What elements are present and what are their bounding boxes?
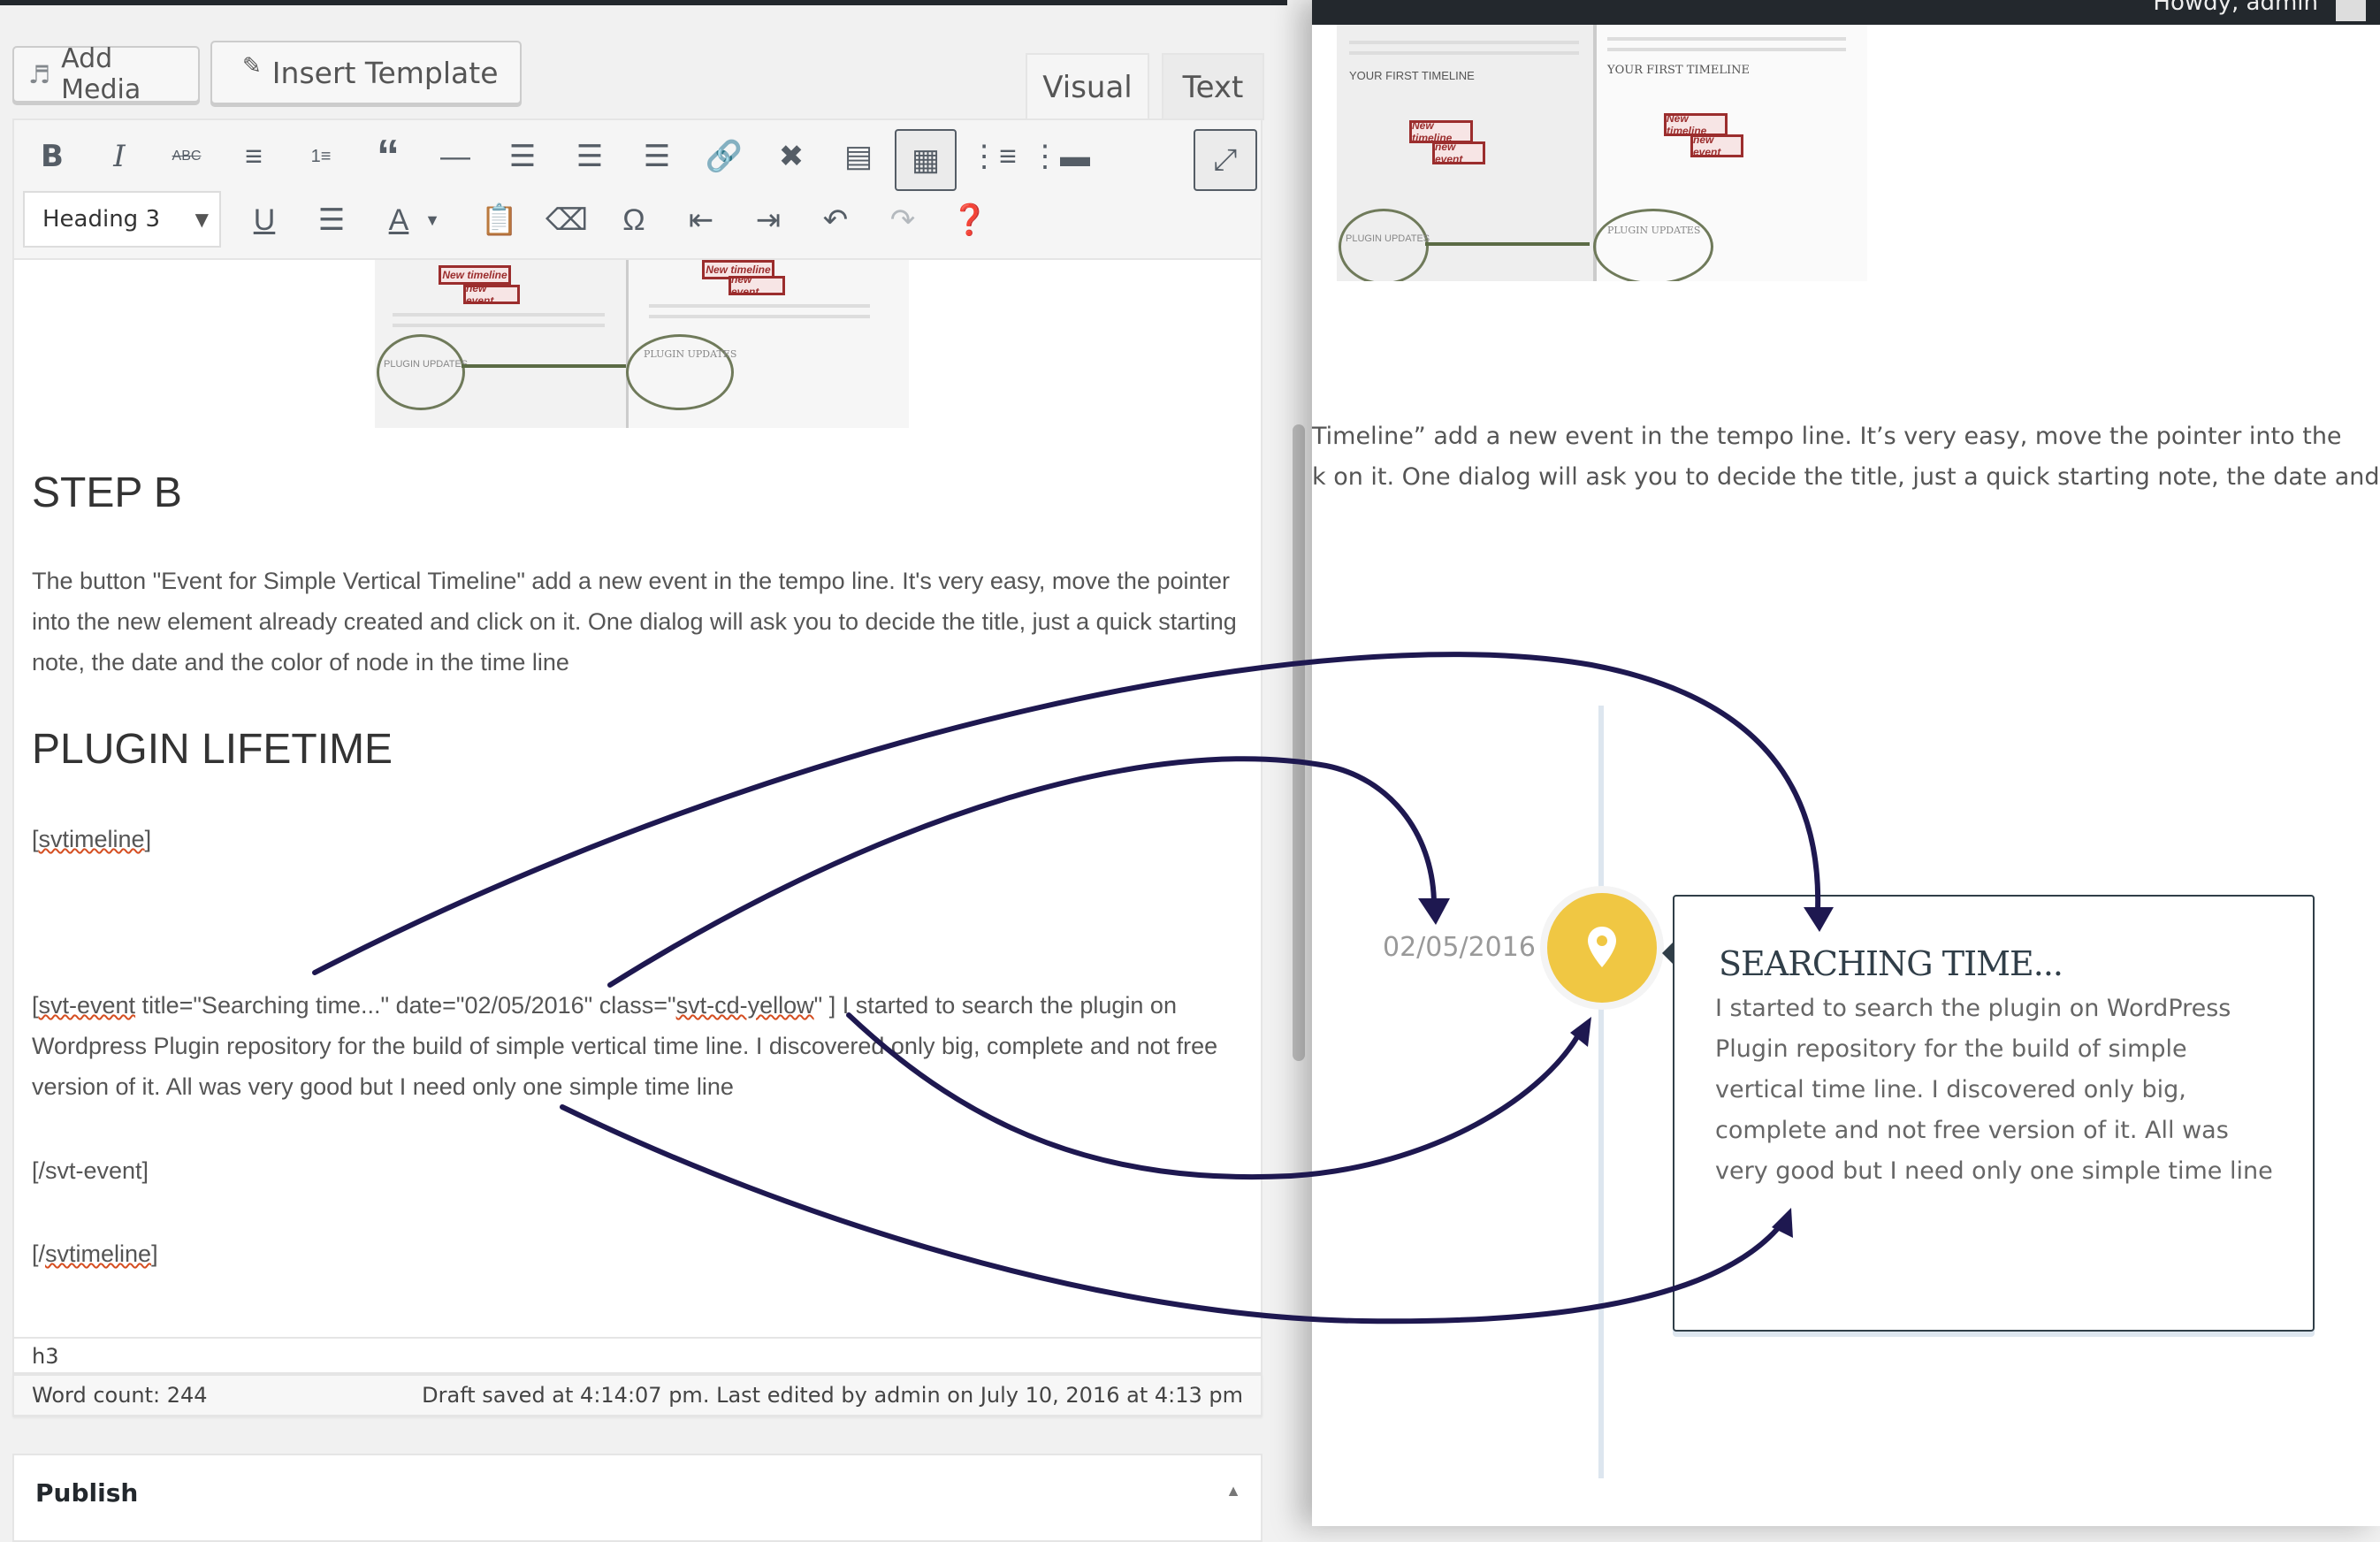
undo-icon[interactable]: ↶ xyxy=(808,193,863,248)
numbered-list-icon[interactable]: 1≡ xyxy=(294,129,348,184)
pencil-icon: ✎ xyxy=(242,53,262,80)
heading-plugin-lifetime: PLUGIN LIFETIME xyxy=(32,726,393,773)
text-color-dropdown-icon[interactable]: ▼ xyxy=(419,193,446,248)
shortcode-close-timeline: [/svtimeline] xyxy=(32,1240,158,1267)
fullscreen-icon[interactable]: ⤢ xyxy=(1194,129,1257,191)
bold-icon[interactable]: B xyxy=(25,129,80,184)
thumbnail-circle xyxy=(377,334,465,410)
format-select[interactable]: Heading 3 ▼ xyxy=(23,191,221,248)
preview-screenshot-image: YOUR FIRST TIMELINE YOUR FIRST TIMELINE … xyxy=(1337,25,1867,281)
align-center-icon[interactable]: ☰ xyxy=(562,129,617,184)
remove-link-icon[interactable]: ✖ xyxy=(764,129,819,184)
thumbnail-circle xyxy=(1593,209,1713,281)
tab-text[interactable]: Text xyxy=(1162,53,1264,120)
thumbnail-circle xyxy=(626,334,734,410)
timeline-event-card: SEARCHING TIME... I started to search th… xyxy=(1673,895,2315,1332)
preview-paragraph-line: k on it. One dialog will ask you to deci… xyxy=(1312,463,2380,491)
new-event-icon[interactable]: ⋮▬ xyxy=(1030,129,1090,184)
text-color-icon[interactable]: A xyxy=(371,193,426,248)
paste-as-text-icon[interactable]: 📋 xyxy=(472,193,527,248)
align-right-icon[interactable]: ☰ xyxy=(629,129,684,184)
shortcode-open-timeline: [svtimeline] xyxy=(32,826,152,852)
timeline-event-title: SEARCHING TIME... xyxy=(1719,944,2063,983)
underline-icon[interactable]: U xyxy=(237,193,292,248)
tab-visual[interactable]: Visual xyxy=(1026,53,1149,120)
admin-bar-edge xyxy=(0,0,1287,5)
publish-title[interactable]: Publish xyxy=(35,1478,138,1508)
editor-status-bar: Word count: 244 Draft saved at 4:14:07 p… xyxy=(12,1374,1262,1416)
thumbnail-new-event-label: new event xyxy=(728,273,785,298)
preview-paragraph-line: Timeline” add a new event in the tempo l… xyxy=(1312,423,2342,450)
word-count: Word count: 244 xyxy=(32,1383,208,1408)
horizontal-rule-icon[interactable]: — xyxy=(428,129,483,184)
collapse-toggle-icon[interactable]: ▲ xyxy=(1225,1482,1241,1500)
toolbar-toggle-icon[interactable]: ▦ xyxy=(895,129,957,191)
chevron-down-icon: ▼ xyxy=(195,209,209,230)
bullet-list-icon[interactable]: ≡ xyxy=(226,129,281,184)
timeline-event-text: I started to search the plugin on WordPr… xyxy=(1715,995,2273,1185)
timeline-vertical-line xyxy=(1598,706,1604,1478)
justify-icon[interactable]: ☰ xyxy=(304,193,359,248)
blockquote-icon[interactable]: “ xyxy=(361,129,416,184)
element-path: h3 xyxy=(12,1337,1262,1374)
frontend-preview-panel: Howdy, admin YOUR FIRST TIMELINE YOUR FI… xyxy=(1312,0,2380,1526)
indent-icon[interactable]: ⇥ xyxy=(741,193,796,248)
avatar[interactable] xyxy=(2336,0,2366,21)
tutorial-screenshot-image: New timeline new event New timeline new … xyxy=(375,260,909,428)
special-character-icon[interactable]: Ω xyxy=(606,193,661,248)
map-pin-icon xyxy=(1588,927,1616,967)
post-editor-panel: ♬ Add Media ✎ Insert Template Visual Tex… xyxy=(0,0,1312,1542)
align-left-icon[interactable]: ☰ xyxy=(495,129,550,184)
shortcode-close-event: [/svt-event] xyxy=(32,1157,149,1184)
insert-template-button[interactable]: ✎ Insert Template xyxy=(210,41,522,104)
step-b-paragraph: The button "Event for Simple Vertical Ti… xyxy=(32,568,1237,676)
thumbnail-new-event-label: new event xyxy=(463,282,520,307)
timeline-node[interactable] xyxy=(1547,893,1657,1003)
draft-status: Draft saved at 4:14:07 pm. Last edited b… xyxy=(422,1383,1243,1408)
thumbnail-arrow xyxy=(462,364,626,368)
shortcode-event: [svt-event title="Searching time..." dat… xyxy=(32,992,1218,1100)
editor-content[interactable]: New timeline new event New timeline new … xyxy=(12,260,1262,1337)
publish-box: Publish ▲ xyxy=(12,1454,1262,1542)
timeline-event-date: 02/05/2016 xyxy=(1383,932,1536,963)
thumbnail-arrow xyxy=(1425,242,1590,246)
new-timeline-icon[interactable]: ⋮≡ xyxy=(965,129,1020,184)
add-media-button[interactable]: ♬ Add Media xyxy=(12,43,200,105)
media-icon: ♬ xyxy=(28,59,51,89)
admin-greeting[interactable]: Howdy, admin xyxy=(2153,0,2318,16)
editor-toolbar: B I ABC ≡ 1≡ “ — ☰ ☰ ☰ 🔗 ✖ ▤ ▦ ⋮≡ ⋮▬ ⤢ H… xyxy=(12,118,1262,260)
help-icon[interactable]: ❓ xyxy=(942,193,997,248)
redo-icon[interactable]: ↷ xyxy=(875,193,930,248)
card-pointer xyxy=(1662,943,1673,964)
insert-link-icon[interactable]: 🔗 xyxy=(697,129,751,184)
thumbnail-circle xyxy=(1339,209,1429,281)
heading-step-b: STEP B xyxy=(32,469,182,516)
italic-icon[interactable]: I xyxy=(92,129,147,184)
read-more-icon[interactable]: ▤ xyxy=(831,129,886,184)
admin-bar: Howdy, admin xyxy=(1312,0,2380,25)
clear-formatting-icon[interactable]: ⌫ xyxy=(539,193,594,248)
strikethrough-icon[interactable]: ABC xyxy=(159,129,214,184)
editor-scrollbar-thumb[interactable] xyxy=(1293,424,1305,1061)
outdent-icon[interactable]: ⇤ xyxy=(674,193,728,248)
